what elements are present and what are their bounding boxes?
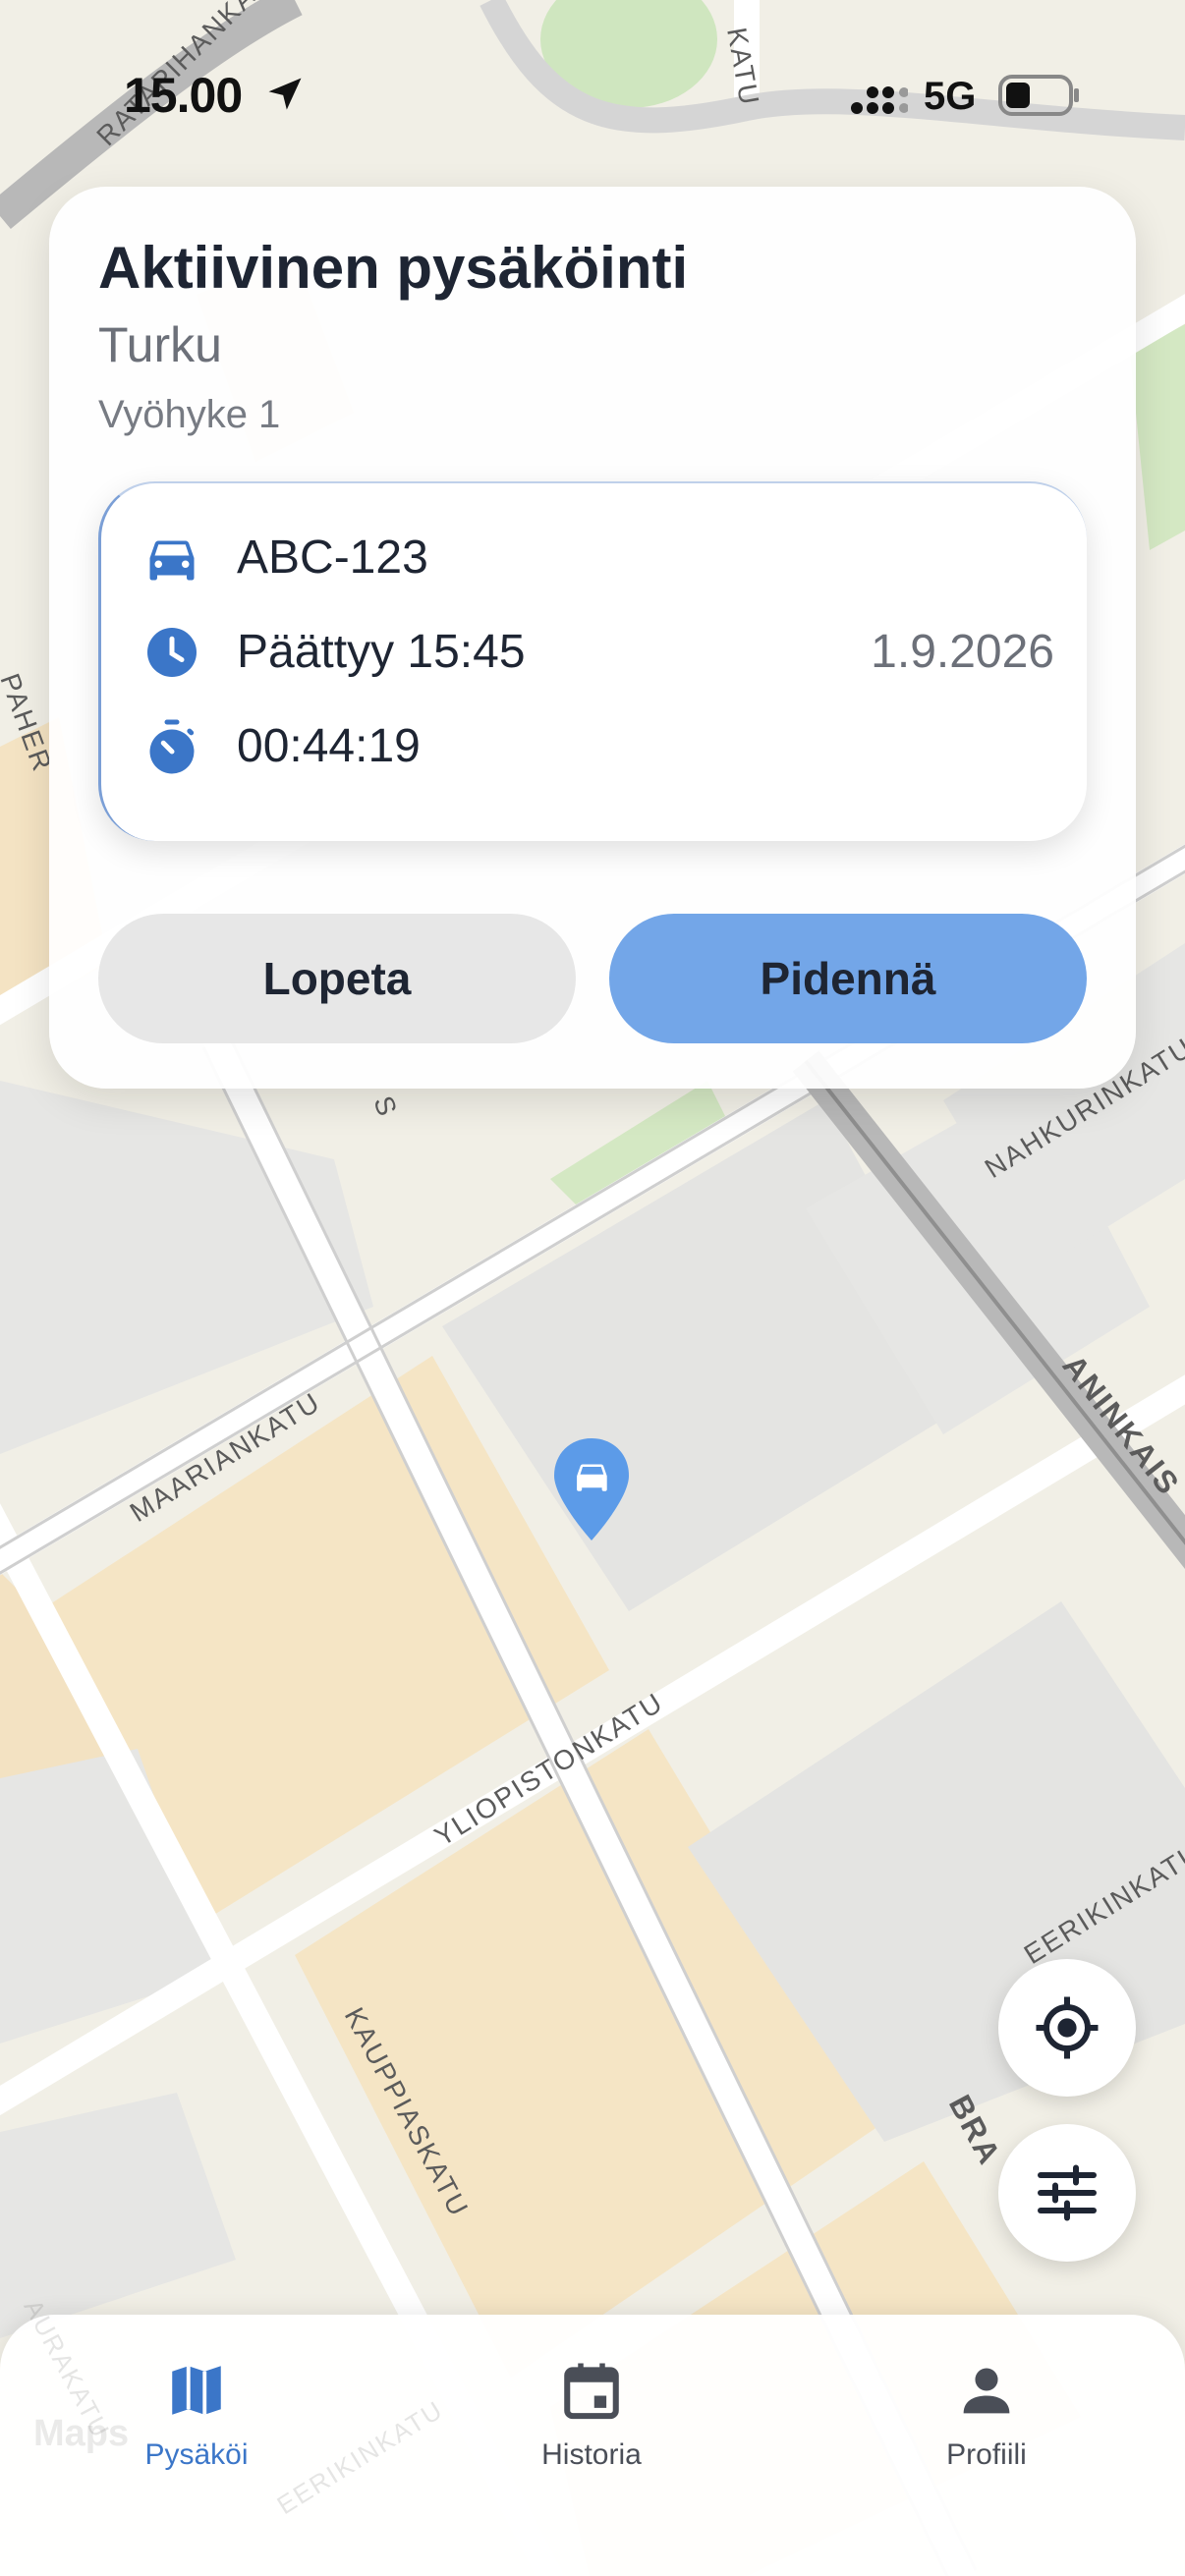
elapsed-row: 00:44:19 [142,711,1046,780]
end-time: Päättyy 15:45 [237,626,526,678]
network-type: 5G [924,75,977,118]
filter-button[interactable] [998,2124,1136,2262]
calendar-icon [564,2363,619,2420]
end-time-row: Päättyy 15:45 1.9.2026 [142,617,1054,686]
signal-icon [851,86,908,114]
extend-parking-button[interactable]: Pidennä [609,914,1087,1043]
battery-icon [998,75,1079,116]
stopwatch-icon [149,719,195,774]
active-parking-card: Aktiivinen pysäköinti Turku Vyöhyke 1 AB… [49,187,1136,1089]
tab-bar: Pysäköi Historia Profiili Maps EERIKINKA… [0,2295,1185,2576]
parking-city: Turku [98,317,222,372]
card-title: Aktiivinen pysäköinti [98,235,689,301]
clock-icon [147,628,197,677]
locate-me-button[interactable] [998,1959,1136,2097]
tab-label: Profiili [946,2438,1027,2471]
parking-details: ABC-123 Päättyy 15:45 1.9.2026 00:44:19 [98,481,1087,841]
crosshair-icon [1036,1996,1099,2059]
status-bar: 15.00 5G [0,0,1185,187]
elapsed-time: 00:44:19 [237,720,421,772]
stop-parking-button[interactable]: Lopeta [98,914,576,1043]
tab-history[interactable]: Historia [483,2358,700,2495]
parking-zone: Vyöhyke 1 [98,393,281,436]
tab-label: Historia [541,2438,642,2471]
map-icon [172,2366,221,2415]
tab-profile[interactable]: Profiili [878,2358,1095,2495]
sliders-icon [1038,2164,1097,2221]
car-icon [149,540,195,581]
plate-row: ABC-123 [142,523,1046,591]
status-time: 15.00 [124,68,243,123]
person-icon [963,2368,1010,2414]
license-plate: ABC-123 [237,532,428,584]
end-date: 1.9.2026 [871,626,1054,678]
location-arrow-icon [268,78,302,110]
parked-car-pin[interactable] [550,1434,633,1544]
